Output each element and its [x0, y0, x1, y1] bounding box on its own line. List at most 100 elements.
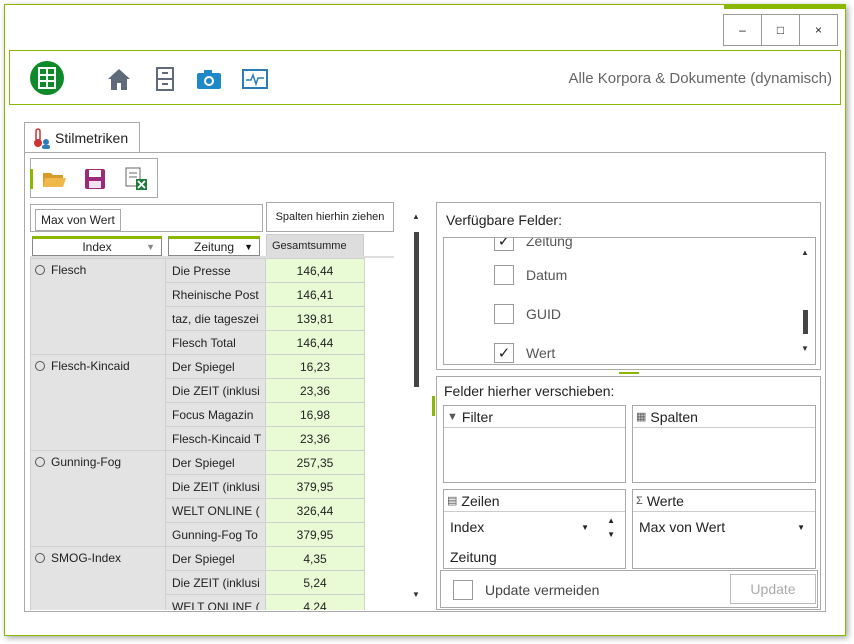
update-button[interactable]: Update: [730, 574, 816, 604]
value-cell[interactable]: 23,36: [265, 426, 365, 451]
field-list-scrollbar[interactable]: ▲ ▼: [795, 238, 815, 364]
field-item-zeitung[interactable]: ✓ Zeitung: [494, 238, 573, 252]
move-down-icon[interactable]: ▼: [607, 530, 615, 539]
pivot-scrollbar[interactable]: ▲ ▼: [410, 202, 424, 610]
dropdown-icon[interactable]: ▼: [581, 523, 589, 532]
value-field-max[interactable]: Max von Wert ▼: [633, 512, 815, 542]
value-cell[interactable]: 379,95: [265, 474, 365, 499]
zeitung-cell[interactable]: Der Spiegel: [165, 354, 266, 379]
index-group-cell[interactable]: Flesch: [30, 258, 166, 355]
index-group-cell[interactable]: SMOG-Index: [30, 546, 166, 610]
update-bar: Update vermeiden Update: [440, 570, 818, 608]
grand-total-header: Gesamtsumme: [266, 234, 364, 258]
value-cell[interactable]: 23,36: [265, 378, 365, 403]
panel-accent: [432, 396, 435, 416]
value-cell[interactable]: 5,24: [265, 570, 365, 595]
collapse-icon[interactable]: [35, 265, 45, 275]
columns-area[interactable]: ▦ Spalten: [632, 405, 816, 483]
rows-area[interactable]: ▤ Zeilen Index ▼ ▲ ▼ Zeitung: [443, 489, 626, 569]
row-header-index[interactable]: Index ▼: [32, 236, 162, 256]
field-item-wert[interactable]: ✓ Wert: [494, 342, 555, 364]
main-toolbar: Alle Korpora & Dokumente (dynamisch): [9, 50, 841, 105]
monitor-icon[interactable]: [242, 66, 268, 92]
index-group-cell[interactable]: Flesch-Kincaid: [30, 354, 166, 451]
field-checkbox[interactable]: ✓: [494, 238, 514, 251]
value-cell[interactable]: 4,24: [265, 594, 365, 610]
zeitung-cell[interactable]: Der Spiegel: [165, 546, 266, 571]
columns-area-label: Spalten: [650, 408, 698, 425]
zeitung-cell[interactable]: WELT ONLINE (: [165, 498, 266, 523]
collapse-icon[interactable]: [35, 553, 45, 563]
value-cell[interactable]: 146,41: [265, 282, 365, 307]
defer-update-checkbox[interactable]: [453, 580, 473, 600]
value-cell[interactable]: 139,81: [265, 306, 365, 331]
dropdown-icon[interactable]: ▼: [797, 523, 805, 532]
home-icon[interactable]: [106, 66, 132, 92]
value-cell[interactable]: 4,35: [265, 546, 365, 571]
table-row: SMOG-Index Der Spiegel 4,35: [30, 546, 365, 610]
filter-area[interactable]: ▼ Filter: [443, 405, 626, 483]
zeitung-cell[interactable]: Die ZEIT (inklusi: [165, 570, 266, 595]
table-row: Flesch Die Presse 146,44: [30, 258, 365, 355]
scrollbar-thumb[interactable]: [414, 232, 419, 387]
zeitung-cell[interactable]: taz, die tageszei: [165, 306, 266, 331]
cabinet-icon[interactable]: [152, 66, 178, 92]
filter-icon[interactable]: ▼: [146, 242, 155, 252]
collapse-icon[interactable]: [35, 457, 45, 467]
rows-area-header: ▤ Zeilen: [444, 490, 625, 512]
scroll-up-icon[interactable]: ▲: [801, 248, 809, 257]
defer-update-label: Update vermeiden: [485, 582, 600, 598]
column-drop-zone[interactable]: Spalten hierhin ziehen: [266, 202, 394, 232]
close-button[interactable]: ×: [799, 14, 838, 46]
row-field-index[interactable]: Index ▼ ▲ ▼: [444, 512, 625, 542]
filter-icon: ▼: [447, 410, 458, 423]
zeitung-cell[interactable]: WELT ONLINE (: [165, 594, 266, 610]
field-item-guid[interactable]: GUID: [494, 303, 561, 325]
value-cell[interactable]: 379,95: [265, 522, 365, 547]
field-checkbox[interactable]: [494, 265, 514, 285]
value-cell[interactable]: 146,44: [265, 258, 365, 283]
zeitung-cell[interactable]: Die ZEIT (inklusi: [165, 378, 266, 403]
value-cell[interactable]: 16,98: [265, 402, 365, 427]
field-checkbox[interactable]: [494, 304, 514, 324]
value-cell[interactable]: 146,44: [265, 330, 365, 355]
save-icon[interactable]: [83, 167, 107, 194]
pivot-table: Flesch Die Presse 146,44 Rheinische Post 146…: [30, 258, 365, 610]
row-field-zeitung[interactable]: Zeitung: [444, 542, 625, 568]
camera-icon[interactable]: [196, 66, 222, 92]
zeitung-cell[interactable]: Die Presse: [165, 258, 266, 283]
zeitung-cell[interactable]: Gunning-Fog To: [165, 522, 266, 547]
zeitung-cell[interactable]: Rheinische Post: [165, 282, 266, 307]
minimize-button[interactable]: –: [723, 14, 762, 46]
value-cell[interactable]: 257,35: [265, 450, 365, 475]
data-field-chip[interactable]: Max von Wert: [35, 209, 121, 231]
zeitung-cell[interactable]: Flesch Total: [165, 330, 266, 355]
scroll-up-icon[interactable]: ▲: [412, 212, 420, 221]
filter-icon[interactable]: ▼: [244, 242, 253, 252]
scroll-down-icon[interactable]: ▼: [412, 590, 420, 599]
field-item-datum[interactable]: Datum: [494, 264, 567, 286]
zeitung-cell[interactable]: Der Spiegel: [165, 450, 266, 475]
value-cell[interactable]: 326,44: [265, 498, 365, 523]
app-logo-icon[interactable]: [30, 61, 64, 95]
scroll-down-icon[interactable]: ▼: [801, 344, 809, 353]
open-folder-icon[interactable]: [41, 167, 67, 194]
value-cell[interactable]: 16,23: [265, 354, 365, 379]
field-checkbox[interactable]: ✓: [494, 343, 514, 363]
move-up-icon[interactable]: ▲: [607, 516, 615, 525]
index-group-cell[interactable]: Gunning-Fog: [30, 450, 166, 547]
index-label: Flesch-Kincaid: [51, 359, 130, 373]
maximize-button[interactable]: □: [761, 14, 800, 46]
tab-stilmetriken[interactable]: Stilmetriken: [24, 122, 140, 153]
field-label: GUID: [526, 306, 561, 322]
zeitung-cell[interactable]: Flesch-Kincaid T: [165, 426, 266, 451]
collapse-icon[interactable]: [35, 361, 45, 371]
scrollbar-thumb[interactable]: [803, 310, 808, 334]
export-excel-icon[interactable]: [123, 166, 149, 195]
zeitung-cell[interactable]: Focus Magazin: [165, 402, 266, 427]
row-header-zeitung[interactable]: Zeitung ▼: [168, 236, 260, 256]
values-area[interactable]: Σ Werte Max von Wert ▼: [632, 489, 816, 569]
zeitung-cell[interactable]: Die ZEIT (inklusi: [165, 474, 266, 499]
index-label: Flesch: [51, 263, 87, 277]
panel-splitter[interactable]: [619, 372, 639, 374]
